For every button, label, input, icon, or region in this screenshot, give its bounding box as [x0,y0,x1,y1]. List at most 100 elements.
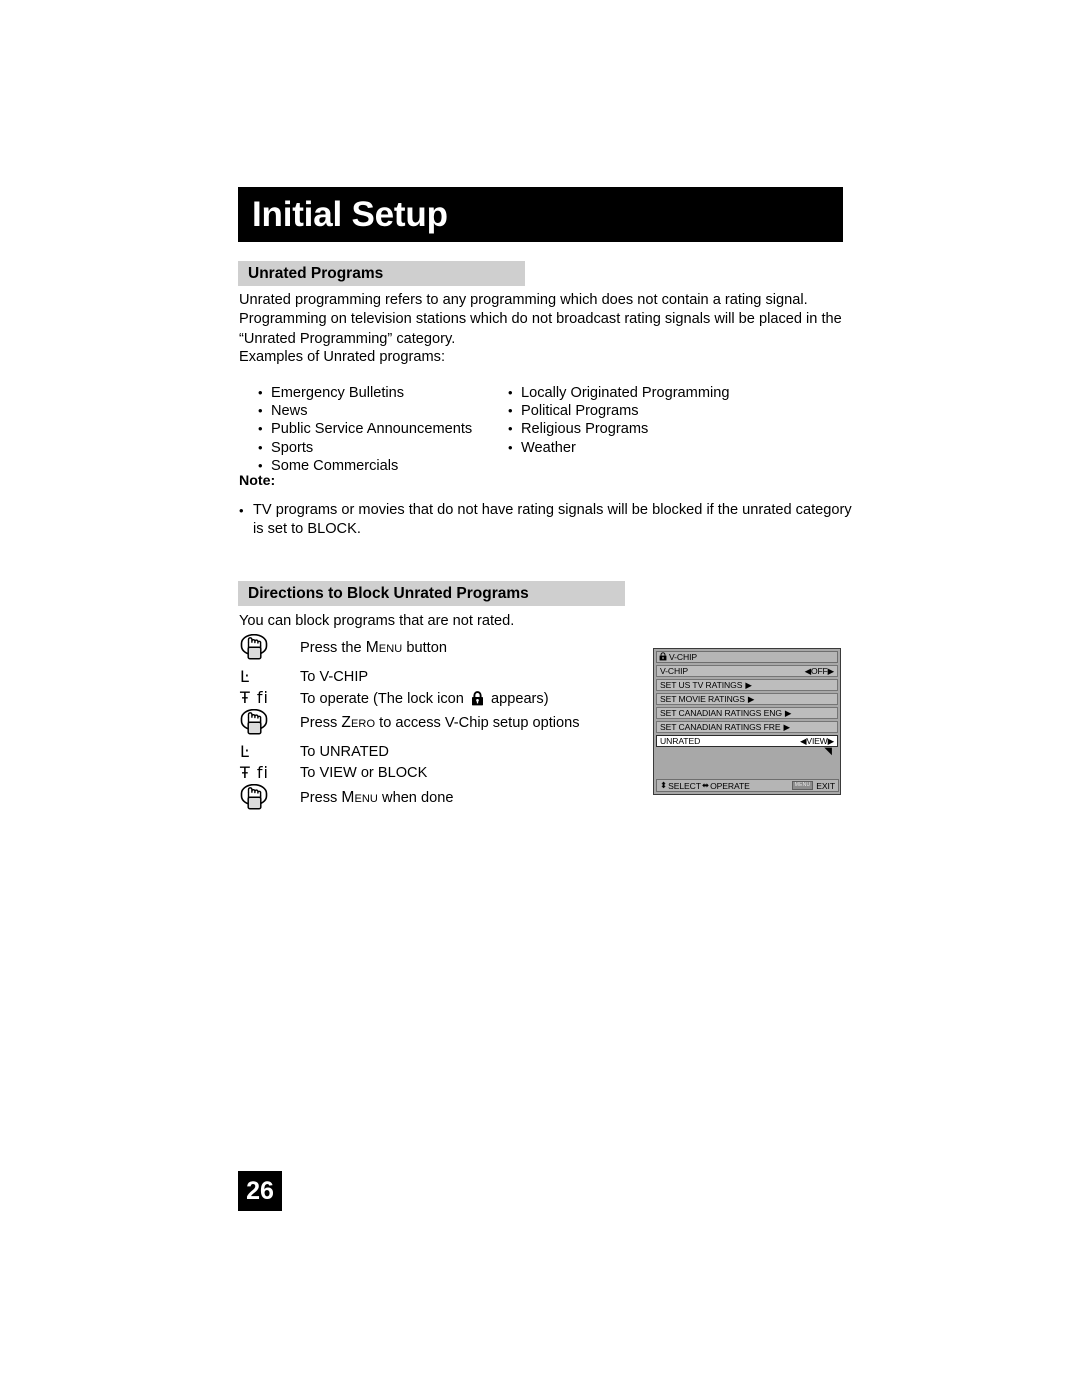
bullet-dot: • [508,439,513,455]
step-press-menu-done: Press Menu when done [238,784,638,817]
step-text-before: Press the [300,640,366,656]
footer-operate-label: OPERATE [710,780,750,791]
step-to-operate: Ŧ fi To operate (The lock icon appears) [238,688,638,709]
step-label: Press Menu when done [300,784,453,806]
step-text-after: when done [377,790,454,806]
updown-arrow-glyph-icon: Ŀ [238,742,300,760]
lock-icon [471,691,484,710]
menu-row-label: V-CHIP [660,666,689,677]
step-text-before: Press [300,790,342,806]
broken-glyph: Ŀ [240,742,250,761]
vchip-menu-title: V-CHIP [669,652,698,662]
menu-row-set-canadian-ratings-fre[interactable]: SET CANADIAN RATINGS FRE ▶ [656,720,838,734]
unrated-intro-paragraph: Unrated programming refers to any progra… [239,292,842,347]
page-title: Initial Setup [252,195,448,234]
list-item-label: Religious Programs [521,421,649,438]
vchip-menu-titlebar: V-CHIP [656,651,838,663]
step-press-menu: Press the Menu button [238,634,638,667]
list-item: • Locally Originated Programming [508,384,808,402]
step-to-view-or-block: Ŧ fi To VIEW or BLOCK [238,763,638,784]
menu-row-value[interactable]: ◀OFF▶ [805,666,835,677]
step-text-before: To V-CHIP [300,669,369,685]
directions-intro-paragraph: You can block programs that are not rate… [239,613,515,629]
bullet-dot: • [258,403,263,419]
step-press-zero: Press Zero to access V-Chip setup option… [238,709,638,742]
note-text: TV programs or movies that do not have r… [253,502,852,538]
vchip-menu-screenshot: V-CHIP V-CHIP ◀OFF▶ SET US TV RATINGS ▶ S… [653,648,841,795]
step-text-before: To operate (The lock icon [300,691,468,707]
list-item: • Sports [258,439,508,457]
note-label: Note: [239,473,276,489]
leftright-arrow-icon: ⬌ [701,780,710,790]
menu-row-label: SET MOVIE RATINGS ▶ [660,693,755,705]
key-name: Zero [341,714,376,731]
step-to-unrated: Ŀ To UNRATED [238,742,638,763]
step-text-before: Press [300,715,342,731]
examples-list-right: • Locally Originated Programming • Polit… [508,384,808,457]
leftright-arrow-glyph-icon: Ŧ fi [238,763,300,781]
lock-icon [659,651,667,663]
list-item-label: Political Programs [521,403,639,420]
updown-arrow-icon: ⬍ [660,780,668,790]
menu-row-value[interactable]: ◀VIEW▶ [800,736,834,747]
bullet-dot: • [508,403,513,419]
step-to-vchip: Ŀ To V-CHIP [238,667,638,688]
directions-step-list: Press the Menu button Ŀ To V-CHIP Ŧ fi T… [238,634,638,817]
right-arrow-icon: ▶ [745,679,752,690]
list-item-label: News [271,403,308,420]
bullet-dot: • [258,439,263,455]
menu-row-label: UNRATED [660,736,701,747]
menu-key-badge: MENU [791,781,814,790]
vchip-menu-footer: ⬍ SELECT ⬌ OPERATE MENU EXIT [656,779,839,792]
step-label: Press Zero to access V-Chip setup option… [300,709,580,731]
updown-arrow-glyph-icon: Ŀ [238,667,300,685]
manual-page: Initial Setup Unrated Programs Unrated p… [0,0,1080,1397]
bullet-dot: • [508,421,513,437]
footer-exit-group: MENU EXIT [791,780,835,791]
list-item: • Weather [508,439,808,457]
list-item: • Emergency Bulletins [258,384,508,402]
list-item: • Some Commercials [258,457,508,475]
footer-select-label: SELECT [668,780,701,791]
broken-glyph: Ŧ fi [240,763,269,782]
list-item-label: Sports [271,439,314,456]
list-item: • News [258,402,508,420]
bullet-dot: • [239,503,244,518]
menu-row-vchip[interactable]: V-CHIP ◀OFF▶ [656,665,838,678]
bullet-dot: • [258,385,263,400]
menu-row-set-canadian-ratings-eng[interactable]: SET CANADIAN RATINGS ENG ▶ [656,706,838,720]
step-label: To V-CHIP [300,667,368,685]
bullet-dot: • [508,385,513,400]
right-arrow-icon: ▶ [783,721,790,732]
list-item-label: Emergency Bulletins [271,385,405,401]
menu-row-set-us-tv-ratings[interactable]: SET US TV RATINGS ▶ [656,678,838,692]
bullet-dot: • [258,421,263,437]
note-body: • TV programs or movies that do not have… [239,501,854,540]
section-heading-label: Directions to Block Unrated Programs [248,584,529,602]
menu-row-label: SET CANADIAN RATINGS FRE ▶ [660,721,790,733]
hand-press-icon [238,784,300,814]
footer-exit-label: EXIT [816,780,835,791]
broken-glyph: Ŀ [240,667,250,686]
examples-label: Examples of Unrated programs: [239,349,446,365]
list-item-label: Weather [521,439,576,456]
menu-row-unrated[interactable]: UNRATED ◀VIEW▶ [656,734,838,748]
section-heading-label: Unrated Programs [248,264,384,282]
examples-list-left: • Emergency Bulletins • News • Public Se… [258,384,508,475]
step-label: To operate (The lock icon appears) [300,688,549,710]
hand-press-icon [238,634,300,664]
cursor-arrow-icon: ◥ [824,746,832,757]
section-heading-directions: Directions to Block Unrated Programs [238,581,625,606]
step-text-after: to access V-Chip setup options [375,715,580,731]
bullet-dot: • [258,457,263,473]
list-item: • Religious Programs [508,420,808,438]
hand-press-icon [238,709,300,739]
step-text-before: To UNRATED [300,744,389,760]
menu-row-set-movie-ratings[interactable]: SET MOVIE RATINGS ▶ [656,692,838,706]
list-item-label: Some Commercials [271,457,399,474]
page-number: 26 [238,1171,282,1211]
right-arrow-icon: ▶ [784,707,792,718]
chapter-title-bar: Initial Setup [238,187,843,242]
step-text-before: To VIEW or BLOCK [300,765,428,781]
broken-glyph: Ŧ fi [240,688,269,707]
